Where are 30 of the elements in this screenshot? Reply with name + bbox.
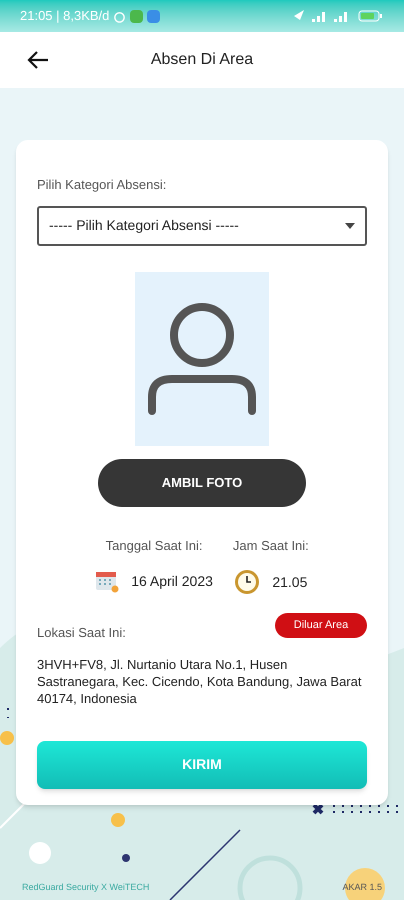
person-icon [146, 302, 258, 414]
location-label: Lokasi Saat Ini: [37, 624, 126, 642]
alarm-icon [113, 10, 126, 22]
dot-decoration [122, 854, 130, 862]
app-icon [130, 10, 144, 22]
dropdown-caret-icon [345, 222, 355, 228]
dot-decoration [29, 842, 51, 864]
date-value: 16 April 2023 [131, 572, 213, 591]
footer-credit: RedGuard Security X WeiTECH [22, 880, 150, 894]
battery-icon [358, 10, 384, 22]
clock-icon [234, 569, 260, 595]
category-dropdown[interactable]: ----- Pilih Kategori Absensi ----- [37, 206, 367, 246]
dots-decoration [332, 805, 401, 813]
date-label: Tanggal Saat Ini: [106, 536, 202, 555]
upload-icon [147, 10, 160, 22]
field-label: Pilih Kategori Absensi: [37, 176, 168, 194]
time-label: Jam Saat Ini: [232, 536, 309, 554]
page-title: Absen Di Area [150, 50, 254, 70]
calendar-icon [95, 569, 120, 593]
dot-decoration [0, 731, 14, 745]
take-photo-button[interactable]: AMBIL FOTO [98, 458, 306, 506]
time-value: 21.05 [272, 572, 308, 592]
line-decoration [169, 829, 241, 900]
dot-decoration [111, 813, 125, 827]
back-arrow-icon [26, 50, 50, 70]
ring-decoration [238, 856, 302, 900]
status-badge: Diluar Area [275, 613, 367, 638]
cross-decoration [312, 803, 324, 815]
status-text: 21:05 | 8,3KB/d [20, 7, 110, 26]
address-text: 3HVH+FV8, Jl. Nurtanio Utara No.1, Husen Sastranegara, Kec. Cicendo, Kota Bandung, Jawa Barat 40174, Indonesia [37, 656, 362, 706]
